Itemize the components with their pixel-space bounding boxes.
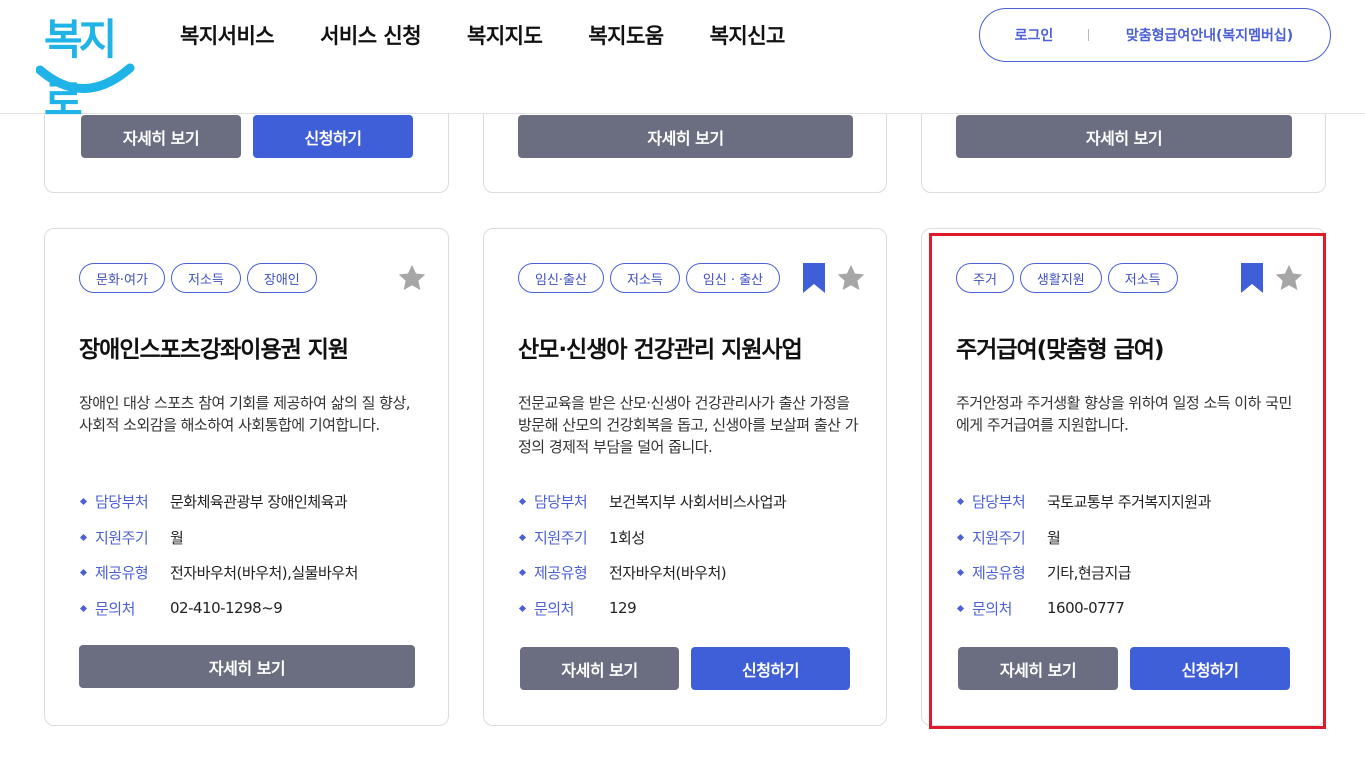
info-label: 제공유형: [95, 564, 149, 583]
info-row: 제공유형 전자바우처(바우처): [518, 555, 786, 591]
service-info-list: 담당부처 보건복지부 사회서비스사업과 지원주기 1회성 제공유형 전자바우처(바우처…: [518, 484, 787, 627]
info-label: 문의처: [534, 599, 574, 618]
info-label: 문의처: [95, 599, 135, 618]
star-icon[interactable]: [836, 263, 866, 293]
bullet-icon: [956, 498, 965, 506]
detail-button[interactable]: 자세히 보기: [518, 115, 853, 158]
apply-button[interactable]: 신청하기: [1130, 647, 1290, 690]
info-row: 문의처 02-410-1298~9: [79, 591, 358, 627]
tag-list: 주거 생활지원 저소득: [956, 263, 1178, 293]
bullet-icon: [956, 604, 965, 612]
tag[interactable]: 저소득: [1107, 263, 1178, 293]
info-value: 기타,현금지급: [1047, 564, 1132, 583]
tag[interactable]: 문화·여가: [79, 263, 165, 293]
bullet-icon: [518, 569, 527, 577]
service-card: 임신·출산 저소득 임신 · 출산 산모·신생아 건강관리 지원사업 전문교육을…: [483, 228, 887, 726]
bullet-icon: [79, 604, 88, 612]
bookmark-icon[interactable]: [802, 263, 826, 293]
tag-list: 임신·출산 저소득 임신 · 출산: [518, 263, 781, 293]
apply-button[interactable]: 신청하기: [253, 115, 413, 158]
info-row: 문의처 129: [518, 591, 786, 627]
bullet-icon: [956, 569, 965, 577]
info-value: 국토교통부 주거복지지원과: [1047, 493, 1211, 512]
info-label: 지원주기: [95, 528, 149, 547]
service-info-list: 담당부처 국토교통부 주거복지지원과 지원주기 월 제공유형 기타,현금지급 문의처 1…: [956, 484, 1211, 626]
info-label: 문의처: [972, 599, 1012, 618]
info-row: 지원주기 월: [79, 520, 358, 556]
info-label: 지원주기: [534, 528, 588, 547]
info-value: 02-410-1298~9: [170, 599, 283, 618]
service-title[interactable]: 장애인스포츠강좌이용권 지원: [79, 330, 349, 364]
tag[interactable]: 저소득: [170, 263, 241, 293]
custom-benefit-guide-link[interactable]: 맞춤형급여안내(복지멤버십): [1089, 25, 1330, 45]
info-value: 전자바우처(바우처): [609, 564, 727, 583]
bullet-icon: [79, 498, 88, 506]
service-card: 주거 생활지원 저소득 주거급여(맞춤형 급여) 주거안정과 주거생활 향상을 …: [921, 228, 1326, 726]
tag[interactable]: 주거: [956, 263, 1014, 293]
bullet-icon: [79, 533, 88, 541]
nav-welfare-report[interactable]: 복지신고: [710, 20, 786, 50]
nav-welfare-service[interactable]: 복지서비스: [180, 20, 275, 50]
tag[interactable]: 저소득: [609, 263, 680, 293]
info-value: 월: [1047, 528, 1061, 547]
info-label: 담당부처: [534, 493, 588, 512]
info-row: 문의처 1600-0777: [956, 591, 1211, 627]
bullet-icon: [956, 533, 965, 541]
service-title[interactable]: 산모·신생아 건강관리 지원사업: [518, 330, 803, 364]
smile-icon: [36, 63, 135, 93]
service-description: 주거안정과 주거생활 향상을 위하여 일정 소득 이하 국민에게 주거급여를 지…: [956, 394, 1292, 434]
info-label: 지원주기: [972, 528, 1026, 547]
service-title[interactable]: 주거급여(맞춤형 급여): [956, 330, 1164, 364]
bullet-icon: [518, 498, 527, 506]
info-row: 담당부처 문화체육관광부 장애인체육과: [79, 484, 358, 520]
info-row: 제공유형 전자바우처(바우처),실물바우처: [79, 555, 358, 591]
info-value: 1회성: [609, 528, 645, 547]
info-value: 1600-0777: [1047, 599, 1125, 618]
detail-button[interactable]: 자세히 보기: [956, 115, 1292, 158]
service-description: 장애인 대상 스포츠 참여 기회를 제공하여 삶의 질 향상, 사회적 소외감을…: [79, 394, 411, 434]
info-value: 문화체육관광부 장애인체육과: [170, 493, 348, 512]
service-info-list: 담당부처 문화체육관광부 장애인체육과 지원주기 월 제공유형 전자바우처(바우처),…: [79, 484, 358, 626]
info-label: 담당부처: [95, 493, 149, 512]
info-label: 담당부처: [972, 493, 1026, 512]
detail-button[interactable]: 자세히 보기: [79, 645, 415, 688]
bullet-icon: [518, 533, 527, 541]
info-value: 129: [609, 599, 637, 618]
tag-list: 문화·여가 저소득 장애인: [79, 263, 317, 293]
info-row: 제공유형 기타,현금지급: [956, 555, 1211, 591]
star-icon[interactable]: [397, 263, 427, 293]
star-icon[interactable]: [1274, 263, 1304, 293]
login-link[interactable]: 로그인: [980, 25, 1088, 45]
service-card: 문화·여가 저소득 장애인 장애인스포츠강좌이용권 지원 장애인 대상 스포츠 …: [44, 228, 449, 726]
bookmark-icon[interactable]: [1240, 263, 1264, 293]
tag[interactable]: 생활지원: [1019, 263, 1102, 293]
info-label: 제공유형: [972, 564, 1026, 583]
info-row: 지원주기 월: [956, 520, 1211, 556]
bokjiro-logo[interactable]: 복지로: [36, 6, 140, 125]
site-header: 복지로 복지서비스 서비스 신청 복지지도 복지도움 복지신고 로그인 맞춤형급…: [0, 0, 1365, 125]
main-nav: 복지서비스 서비스 신청 복지지도 복지도움 복지신고: [180, 20, 785, 50]
nav-service-apply[interactable]: 서비스 신청: [320, 20, 421, 50]
info-label: 제공유형: [534, 564, 588, 583]
info-row: 담당부처 보건복지부 사회서비스사업과: [518, 484, 787, 520]
bullet-icon: [518, 604, 527, 612]
tag[interactable]: 임신 · 출산: [685, 263, 781, 293]
info-value: 보건복지부 사회서비스사업과: [609, 493, 787, 512]
nav-welfare-map[interactable]: 복지지도: [467, 20, 543, 50]
apply-button[interactable]: 신청하기: [691, 647, 850, 690]
tag[interactable]: 임신·출산: [518, 263, 604, 293]
info-row: 담당부처 국토교통부 주거복지지원과: [956, 484, 1211, 520]
info-row: 지원주기 1회성: [518, 520, 786, 556]
detail-button[interactable]: 자세히 보기: [958, 647, 1118, 690]
tag[interactable]: 장애인: [246, 263, 317, 293]
service-description: 전문교육을 받은 산모·신생아 건강관리사가 출산 가정을 방문해 산모의 건강…: [518, 394, 859, 456]
utility-menu: 로그인 맞춤형급여안내(복지멤버십): [979, 8, 1331, 62]
info-value: 전자바우처(바우처),실물바우처: [170, 564, 358, 583]
info-value: 월: [170, 528, 184, 547]
detail-button[interactable]: 자세히 보기: [520, 647, 679, 690]
nav-welfare-help[interactable]: 복지도움: [588, 20, 664, 50]
bullet-icon: [79, 569, 88, 577]
